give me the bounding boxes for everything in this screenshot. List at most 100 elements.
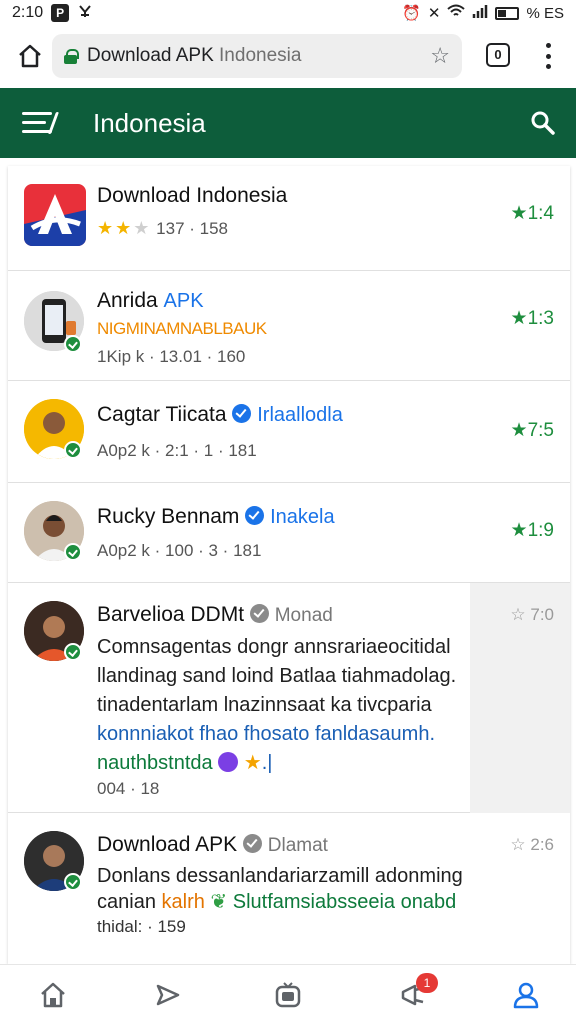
browser-toolbar: Download APK Indonesia ☆ 0 [0,26,576,86]
menu-dot [545,64,551,69]
menu-dot [545,53,551,59]
nav-send[interactable] [150,977,186,1013]
post-mention[interactable]: kalrh [162,891,205,913]
item-title: Cagtar Tiicata [97,403,227,426]
item-score-value: 1:3 [527,308,554,329]
item-title: Rucky Bennam [97,505,240,528]
signal-icon [472,4,488,22]
item-score-value: 2:6 [530,835,554,854]
list-item[interactable]: Barvelioa DDMt Monad Comnsagentas dongr … [8,583,570,813]
verified-check-icon [245,506,265,525]
status-right-text: % ES [526,4,564,22]
menu-icon[interactable] [22,112,60,134]
nav-profile[interactable] [508,977,544,1013]
menu-dot [545,43,551,48]
mute-icon: ✕ [427,5,441,22]
status-left: 2:10 P [12,3,93,24]
alarm-icon: ⏰ [402,5,421,22]
post-line-link[interactable]: konnniakot fhao fhosato fanldasaumh. [97,720,557,749]
post-line-tags: nauthbstntda ★.| [97,749,557,778]
verified-icon [64,335,82,353]
search-icon[interactable] [530,110,556,136]
item-score: ★1:4 [510,203,554,224]
item-title: Barvelioa DDMt [97,603,245,626]
notification-badge: 1 [416,973,438,993]
lock-icon [64,48,79,64]
item-score-value: 1:4 [527,203,554,224]
url-text[interactable]: Download APK Indonesia [87,45,430,67]
list-item[interactable]: Download Indonesia ★★★ 137 · 158 ★1:4 [8,166,570,271]
item-title: Download Indonesia [97,184,288,207]
item-score-value: 1:9 [527,520,554,541]
verified-check-icon [242,834,262,853]
item-meta: thidal: · 159 [97,917,186,936]
browser-menu-button[interactable] [536,40,560,72]
item-score: ☆ 7:0 [510,605,554,624]
bookmark-star-icon[interactable]: ☆ [430,43,450,69]
post-hashtag[interactable]: nauthbstntda [97,752,213,774]
status-time: 2:10 [12,4,44,21]
item-meta: A0p2 k · 100 · 3 · 181 [97,541,262,560]
item-score: ★1:9 [510,520,554,541]
item-title-row: Rucky Bennam Inakela [97,505,335,529]
list-item[interactable]: Rucky Bennam Inakela A0p2 k · 100 · 3 · … [8,483,570,583]
item-meta: A0p2 k · 2:1 · 1 · 181 [97,441,257,460]
status-bar: 2:10 P ⏰ ✕ % ES [0,0,576,26]
app-logo [24,184,86,246]
verified-icon [64,643,82,661]
item-score-value: 7:5 [527,420,554,441]
post-line: Comnsagentas dongr annsrariaeocitidal [97,636,451,658]
app-list: Download Indonesia ★★★ 137 · 158 ★1:4 An… [8,166,570,964]
nav-notifications[interactable]: 1 [396,973,438,1013]
nav-tv[interactable] [270,977,306,1013]
tab-switcher-button[interactable]: 0 [486,43,510,67]
item-meta: 004 · 18 [97,779,160,798]
post-body: Donlans dessanlandariarzamill adonming c… [97,863,557,915]
item-title: Download APK [97,833,238,856]
home-icon [19,44,41,68]
verified-check-icon [249,604,269,623]
tv-icon [275,982,301,1008]
item-handle[interactable]: Irlaallodla [257,404,343,426]
item-title: Anrida [97,289,158,312]
list-item[interactable]: Download APK Dlamat Donlans dessanlandar… [8,813,570,964]
post-body: Comnsagentas dongr annsrariaeocitidal ll… [97,633,557,778]
verified-icon [64,441,82,459]
bug-icon [77,3,93,24]
browser-home-button[interactable] [6,32,54,80]
item-meta-row: ★★★ 137 · 158 [97,218,228,239]
item-score-value: 7:0 [530,605,554,624]
item-title-row: Barvelioa DDMt Monad [97,603,333,627]
list-item[interactable]: Cagtar Tiicata Irlaallodla A0p2 k · 2:1 … [8,381,570,483]
url-host: Download APK [87,45,214,66]
item-meta: 1Kip k · 13.01 · 160 [97,347,246,366]
battery-icon [495,6,520,20]
item-score: ★7:5 [510,420,554,441]
url-path: Indonesia [219,45,302,66]
post-text: canian [97,891,156,913]
list-item[interactable]: Anrida APK NIGMINAMNABLBAUK 1Kip k · 13.… [8,271,570,381]
item-handle[interactable]: Dlamat [268,835,328,856]
item-handle[interactable]: APK [164,290,204,312]
post-cursor-mark: .| [261,752,273,774]
nav-home[interactable] [35,977,71,1013]
menu-slash [47,112,60,134]
item-handle[interactable]: Monad [275,605,333,626]
post-line: tinadentarlam lnazinnsaat ka tivcparia [97,694,432,716]
page-title: Indonesia [93,108,206,138]
item-title-row: Cagtar Tiicata Irlaallodla [97,403,343,427]
item-score: ★1:3 [510,308,554,329]
send-icon [156,984,180,1006]
post-hashtag[interactable]: Slutfamsiabsseeia onabd [233,891,456,913]
profile-icon [513,982,539,1009]
app-bar: Indonesia [0,88,576,158]
leaf-emoji-icon: ❦ [210,891,228,913]
item-handle[interactable]: Inakela [270,506,335,528]
url-bar[interactable]: Download APK Indonesia ☆ [52,34,462,78]
item-score: ☆ 2:6 [510,835,554,854]
post-line: canian kalrh ❦ Slutfamsiabsseeia onabd [97,889,557,915]
wifi-icon [447,4,466,22]
verified-icon [64,543,82,561]
menu-line [22,112,52,115]
item-meta: 137 · 158 [156,219,228,238]
